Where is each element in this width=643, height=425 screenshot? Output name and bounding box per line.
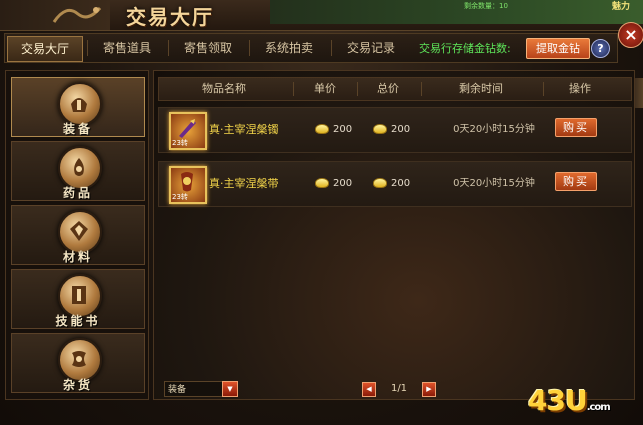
item-tier-badge: 23转 [172, 193, 188, 201]
side-expand-handle[interactable] [634, 78, 643, 108]
header-item-name: 物品名称 [202, 82, 246, 95]
header-unit-price: 单价 [314, 82, 336, 95]
unit-price: 200 [315, 108, 352, 152]
category-label: 材料 [62, 250, 93, 264]
next-page-button[interactable]: ▶ [422, 382, 436, 397]
withdraw-button[interactable]: 提取金钻 [526, 38, 590, 59]
chevron-down-icon[interactable]: ▼ [222, 381, 238, 397]
tab-consign-items[interactable]: 寄售道具 [89, 36, 165, 60]
header-action: 操作 [569, 82, 591, 95]
remaining-time: 0天20小时15分钟 [453, 124, 535, 135]
watermark-text: 43U [528, 384, 588, 417]
site-watermark: 43U.com [528, 384, 611, 417]
tab-system-auction[interactable]: 系统拍卖 [251, 36, 327, 60]
watermark-suffix: .com [586, 402, 611, 413]
category-skill-book[interactable]: 技能书 [11, 269, 145, 329]
page-indicator: 1/1 [390, 383, 408, 394]
tab-trade-records[interactable]: 交易记录 [333, 36, 409, 60]
dragon-icon [52, 6, 102, 23]
category-label: 杂货 [62, 378, 93, 392]
buy-button[interactable]: 购买 [555, 172, 597, 191]
header-total-price: 总价 [377, 82, 399, 95]
listing-panel: 物品名称 单价 总价 剩余时间 操作 23转 真·主宰涅槃镯 200 200 0… [153, 70, 635, 400]
storage-label: 交易行存储金钻数: [419, 42, 511, 55]
charm-text: 魅力 [612, 2, 631, 12]
total-price-value: 200 [391, 178, 411, 189]
table-row: 23转 真·主宰涅槃带 200 200 0天20小时15分钟 购买 [158, 161, 632, 207]
total-price: 200 [373, 162, 410, 206]
gold-ingot-icon [373, 178, 387, 188]
bracelet-item-icon[interactable]: 23转 [169, 112, 207, 150]
header-remaining-time: 剩余时间 [459, 82, 503, 95]
category-label: 技能书 [55, 314, 101, 328]
category-sundries[interactable]: 杂货 [11, 333, 145, 393]
category-material[interactable]: 材料 [11, 205, 145, 265]
category-potion[interactable]: 药品 [11, 141, 145, 201]
table-row: 23转 真·主宰涅槃镯 200 200 0天20小时15分钟 购买 [158, 107, 632, 153]
title-bar: 交易大厅 剩余数量：10 魅力 [0, 0, 643, 31]
close-button[interactable]: × [618, 22, 643, 48]
prev-page-button[interactable]: ◀ [362, 382, 376, 397]
trade-hall-window: 交易大厅 剩余数量：10 魅力 × 交易大厅 寄售道具 寄售领取 系统拍卖 交易… [0, 0, 643, 425]
remaining-time: 0天20小时15分钟 [453, 178, 535, 189]
item-name: 真·主宰涅槃镯 [209, 123, 279, 136]
category-equipment[interactable]: 装备 [11, 77, 145, 137]
dragon-ornament [0, 0, 110, 30]
category-sidebar: 装备 药品 材料 技能书 杂货 [5, 70, 149, 400]
gold-ingot-icon [315, 124, 329, 134]
tab-trade-hall[interactable]: 交易大厅 [7, 36, 83, 62]
unit-price-value: 200 [333, 124, 353, 135]
window-title: 交易大厅 [126, 5, 214, 29]
unit-price-value: 200 [333, 178, 353, 189]
gold-ingot-icon [373, 124, 387, 134]
item-name: 真·主宰涅槃带 [209, 177, 279, 190]
remaining-count-text: 剩余数量：10 [464, 2, 508, 10]
gold-ingot-icon [315, 178, 329, 188]
total-price-value: 200 [391, 124, 411, 135]
tab-divider [168, 40, 169, 56]
total-price: 200 [373, 108, 410, 152]
game-background-strip [270, 0, 643, 24]
help-button[interactable]: ? [591, 39, 610, 58]
item-tier-badge: 23转 [172, 139, 188, 147]
tab-divider [87, 40, 88, 56]
category-label: 药品 [62, 186, 93, 200]
tab-divider [331, 40, 332, 56]
unit-price: 200 [315, 162, 352, 206]
category-label: 装备 [62, 122, 93, 136]
tab-consign-collect[interactable]: 寄售领取 [170, 36, 246, 60]
tab-divider [249, 40, 250, 56]
table-header: 物品名称 单价 总价 剩余时间 操作 [158, 77, 632, 101]
belt-item-icon[interactable]: 23转 [169, 166, 207, 204]
buy-button[interactable]: 购买 [555, 118, 597, 137]
